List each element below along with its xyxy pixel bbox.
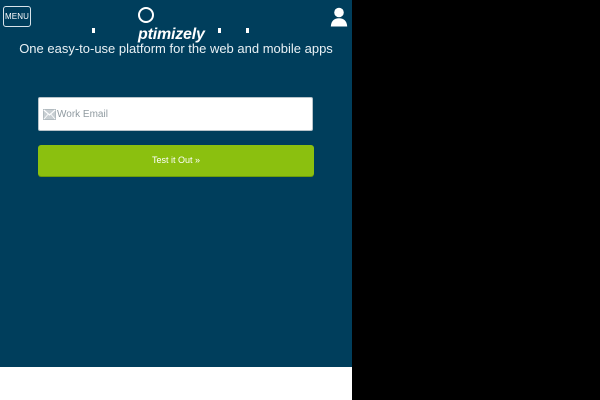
mobile-viewport: MENU ptimizely One easy-to-use platform …: [0, 0, 352, 400]
test-it-out-button[interactable]: Test it Out »: [38, 145, 314, 176]
work-email-input[interactable]: [57, 98, 307, 130]
menu-button[interactable]: MENU: [3, 6, 31, 27]
clipped-heading-remnant: [20, 28, 332, 33]
next-section: [0, 367, 352, 400]
user-account-button[interactable]: [330, 7, 348, 27]
logo-o-mark: [138, 7, 154, 23]
heading-fragment: [246, 28, 249, 33]
user-icon: [330, 7, 348, 27]
tagline: One easy-to-use platform for the web and…: [19, 41, 333, 56]
heading-fragment: [218, 28, 221, 33]
blank-area: [352, 0, 600, 400]
work-email-field[interactable]: [38, 97, 313, 131]
optimizely-logo[interactable]: ptimizely: [138, 7, 218, 43]
mail-icon: [43, 109, 56, 120]
heading-fragment: [92, 28, 95, 33]
